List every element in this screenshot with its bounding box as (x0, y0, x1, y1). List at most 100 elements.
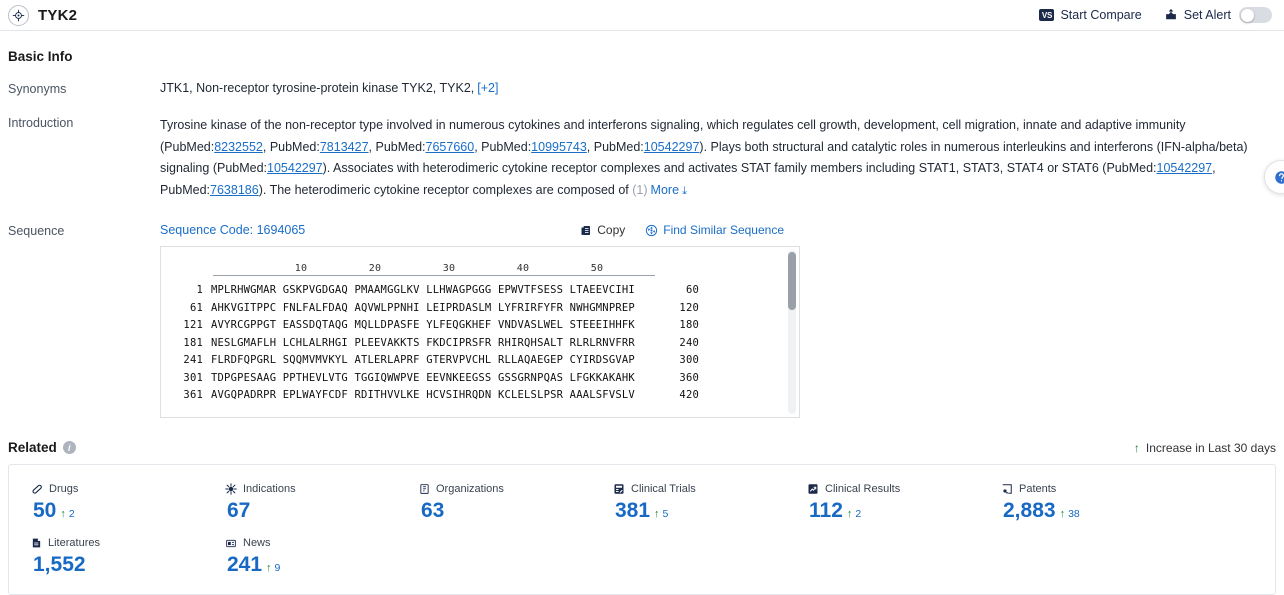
up-arrow-icon: ↑ (847, 508, 853, 520)
introduction-text: Tyrosine kinase of the non-receptor type… (160, 115, 1276, 202)
sequence-line-residues: FLRDFQPGRL SQQMVMVKYL ATLERLAPRF GTERVPV… (211, 352, 655, 370)
pubmed-link-7638186[interactable]: 7638186 (210, 183, 259, 197)
stat-delta-wrap: ↑ 38 (1060, 508, 1080, 520)
find-similar-sequence-button[interactable]: Find Similar Sequence (645, 223, 784, 237)
pubmed-link-10542297-a[interactable]: 10542297 (644, 140, 700, 154)
stat-drugs[interactable]: Drugs 50 ↑ 2 (31, 483, 225, 523)
stat-label-wrap: News (225, 537, 419, 549)
related-heading: Related (8, 440, 57, 455)
find-similar-icon (645, 224, 658, 237)
pubmed-link-10995743[interactable]: 10995743 (531, 140, 587, 154)
sequence-line-residues: NESLGMAFLH LCHLALRHGI PLEEVAKKTS FKDCIPR… (211, 335, 655, 353)
start-compare-button[interactable]: VS Start Compare (1039, 8, 1141, 22)
synonyms-label: Synonyms (8, 81, 160, 96)
related-stats-grid: Drugs 50 ↑ 2 (9, 483, 1275, 577)
copy-sequence-button[interactable]: Copy (580, 223, 625, 237)
stat-label: Literatures (48, 537, 100, 549)
sequence-line-residues: MPLRHWGMAR GSKPVGDGAQ PMAAMGGLKV LLHWAGP… (211, 282, 655, 300)
stat-label: Patents (1019, 483, 1056, 495)
sequence-line-residues: AVGQPADRPR EPLWAYFCDF RDITHVVLKE HCVSIHR… (211, 387, 655, 405)
stat-delta: 38 (1068, 508, 1080, 520)
set-alert-toggle[interactable] (1239, 7, 1272, 23)
stat-label: Clinical Trials (631, 483, 696, 495)
pubmed-link-7657660[interactable]: 7657660 (426, 140, 475, 154)
sequence-line-end: 60 (655, 282, 699, 300)
stat-label-wrap: Clinical Results (807, 483, 1001, 495)
up-arrow-icon: ↑ (1060, 508, 1066, 520)
stat-label-wrap: Indications (225, 483, 419, 495)
main-content: Basic Info Synonyms JTK1, Non-receptor t… (0, 49, 1284, 595)
pubmed-link-7813427[interactable]: 7813427 (320, 140, 369, 154)
start-compare-label: Start Compare (1060, 8, 1141, 22)
increase-legend: ↑ Increase in Last 30 days (1134, 441, 1276, 455)
info-icon[interactable]: i (63, 441, 76, 454)
stat-delta: 2 (69, 508, 75, 520)
sequence-tools: Copy Find Similar Sequence (580, 223, 1276, 237)
building-icon (419, 483, 430, 495)
stat-value: 241 (227, 553, 262, 577)
chevron-double-down-icon[interactable]: ⤓ (679, 185, 687, 197)
synonyms-more-link[interactable]: [+2] (477, 81, 498, 95)
brand: TYK2 (8, 5, 77, 26)
stat-value-wrap: 241 ↑ 9 (225, 553, 419, 577)
stat-value-wrap: 1,552 (31, 553, 225, 577)
stat-value-wrap: 112 ↑ 2 (807, 499, 1001, 523)
stat-value: 67 (227, 499, 250, 523)
stat-value-wrap: 381 ↑ 5 (613, 499, 807, 523)
stat-delta: 5 (663, 508, 669, 520)
stat-clinical-results[interactable]: Clinical Results 112 ↑ 2 (807, 483, 1001, 523)
up-arrow-icon: ↑ (654, 508, 660, 520)
introduction-label: Introduction (8, 115, 160, 202)
intro-segment-3: , PubMed: (369, 140, 426, 154)
sequence-line: 1 MPLRHWGMAR GSKPVGDGAQ PMAAMGGLKV LLHWA… (161, 282, 799, 300)
sequence-code-link[interactable]: Sequence Code: 1694065 (160, 223, 305, 237)
sequence-line-start: 301 (165, 370, 211, 388)
sequence-body: Sequence Code: 1694065 Copy (160, 223, 1276, 418)
stat-value: 112 (809, 499, 843, 523)
stat-delta-wrap: ↑ 2 (847, 508, 861, 520)
stat-organizations[interactable]: Organizations 63 (419, 483, 613, 523)
stat-indications[interactable]: Indications 67 (225, 483, 419, 523)
header-actions: VS Start Compare Set Alert (1039, 7, 1272, 23)
stat-value: 50 (33, 499, 56, 523)
stat-value-wrap: 2,883 ↑ 38 (1001, 499, 1195, 523)
sequence-line: 61 AHKVGITPPC FNLFALFDAQ AQVWLPPNHI LEIP… (161, 300, 799, 318)
sequence-ruler-numbers: 10 20 30 40 50 (213, 263, 663, 275)
stat-value: 381 (615, 499, 650, 523)
sequence-line-end: 360 (655, 370, 699, 388)
stat-label-wrap: Literatures (31, 537, 225, 549)
introduction-hidden-count: (1) (632, 183, 647, 197)
pubmed-link-10542297-b[interactable]: 10542297 (267, 161, 323, 175)
related-stats-card: Drugs 50 ↑ 2 (8, 464, 1276, 595)
sequence-line-start: 1 (165, 282, 211, 300)
intro-segment-9: ). The heterodimeric cytokine receptor c… (259, 183, 633, 197)
copy-icon (580, 224, 592, 237)
literature-icon (31, 537, 42, 549)
stat-clinical-trials[interactable]: Clinical Trials 381 ↑ 5 (613, 483, 807, 523)
vs-icon: VS (1039, 9, 1054, 21)
target-crosshair-icon (8, 5, 29, 26)
synonyms-row: Synonyms JTK1, Non-receptor tyrosine-pro… (8, 81, 1276, 96)
stat-patents[interactable]: Patents 2,883 ↑ 38 (1001, 483, 1195, 523)
related-header: Related i ↑ Increase in Last 30 days (8, 440, 1276, 455)
stat-value: 2,883 (1003, 499, 1056, 523)
sequence-line: 241 FLRDFQPGRL SQQMVMVKYL ATLERLAPRF GTE… (161, 352, 799, 370)
introduction-row: Introduction Tyrosine kinase of the non-… (8, 115, 1276, 202)
stat-delta-wrap: ↑ 9 (266, 562, 280, 574)
stat-literatures[interactable]: Literatures 1,552 (31, 537, 225, 577)
sequence-ruler: 10 20 30 40 50 (161, 263, 799, 282)
sequence-scrollbar-thumb[interactable] (788, 252, 796, 310)
sequence-line-end: 120 (655, 300, 699, 318)
pubmed-link-8232552[interactable]: 8232552 (214, 140, 263, 154)
sequence-line-end: 240 (655, 335, 699, 353)
sequence-viewer[interactable]: 10 20 30 40 50 1 MPLRHWGMAR GSKPVGDGAQ P… (160, 246, 800, 418)
introduction-more-link[interactable]: More (651, 183, 679, 197)
stat-news[interactable]: News 241 ↑ 9 (225, 537, 419, 577)
set-alert-control[interactable]: Set Alert (1164, 7, 1272, 23)
increase-legend-label: Increase in Last 30 days (1146, 441, 1276, 455)
stat-label: Organizations (436, 483, 504, 495)
pubmed-link-10542297-c[interactable]: 10542297 (1157, 161, 1213, 175)
up-arrow-icon: ↑ (1134, 441, 1140, 455)
intro-segment-2: , PubMed: (263, 140, 320, 154)
stat-value-wrap: 67 (225, 499, 419, 523)
